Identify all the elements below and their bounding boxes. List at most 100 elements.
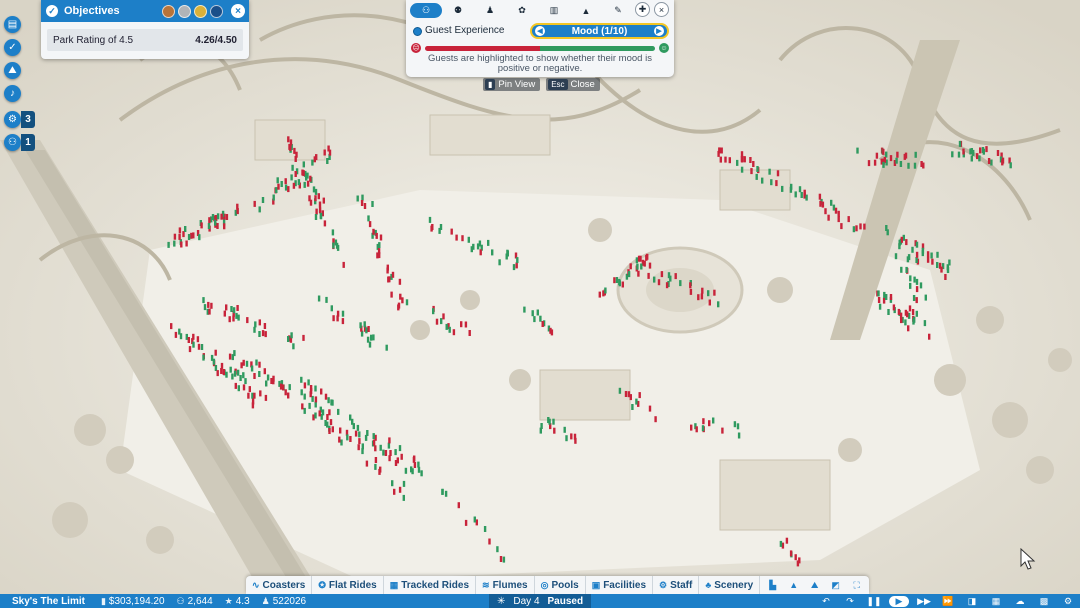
guest[interactable] (920, 161, 923, 167)
guest[interactable] (539, 315, 542, 322)
guest[interactable] (264, 331, 267, 338)
guest[interactable] (1009, 162, 1012, 169)
guest[interactable] (202, 297, 205, 304)
guest[interactable] (909, 282, 912, 289)
guest[interactable] (258, 206, 261, 213)
guest[interactable] (598, 291, 601, 298)
guest[interactable] (536, 309, 539, 316)
guest[interactable] (301, 403, 304, 410)
guest-count-display[interactable]: ⚇ 2,644 (171, 594, 219, 608)
guest[interactable] (926, 251, 930, 258)
guest[interactable] (167, 241, 170, 248)
guest[interactable] (324, 393, 328, 400)
guest[interactable] (460, 321, 463, 328)
guest[interactable] (800, 192, 803, 198)
guest[interactable] (724, 156, 727, 163)
guest[interactable] (220, 213, 223, 220)
guest[interactable] (365, 460, 369, 467)
guest[interactable] (400, 453, 403, 460)
guest[interactable] (368, 341, 372, 348)
guest[interactable] (618, 387, 622, 394)
guest[interactable] (230, 306, 233, 312)
guest[interactable] (552, 418, 555, 425)
guest[interactable] (442, 313, 445, 320)
radio-selected-icon[interactable] (413, 27, 422, 36)
guest[interactable] (211, 214, 215, 220)
guest[interactable] (288, 384, 291, 391)
guest[interactable] (185, 240, 188, 247)
guest[interactable] (911, 309, 915, 315)
guest[interactable] (173, 240, 176, 247)
guest[interactable] (740, 151, 744, 158)
guest[interactable] (740, 166, 744, 173)
guest[interactable] (897, 308, 901, 315)
path-icon[interactable]: ▲ (784, 578, 803, 592)
guest[interactable] (225, 304, 228, 311)
guest[interactable] (985, 146, 988, 153)
guest[interactable] (208, 308, 211, 315)
date-display[interactable]: ✳ Day 4 Paused (489, 594, 592, 608)
guest[interactable] (372, 334, 375, 341)
bell-icon[interactable]: ♪ (4, 85, 21, 102)
guest[interactable] (553, 427, 556, 434)
guest[interactable] (300, 376, 303, 383)
guest[interactable] (441, 488, 444, 495)
guest[interactable] (736, 159, 739, 166)
guest[interactable] (207, 223, 211, 229)
objective-row[interactable]: Park Rating of 4.5 4.26/4.50 (47, 29, 243, 51)
guest[interactable] (328, 149, 332, 156)
guest[interactable] (761, 177, 764, 184)
tracked-rides-button[interactable]: ▦ Tracked Rides (384, 576, 477, 594)
guest[interactable] (342, 261, 345, 268)
guest[interactable] (479, 249, 482, 256)
guest[interactable] (970, 155, 973, 162)
guest[interactable] (653, 276, 656, 283)
guest[interactable] (512, 264, 516, 271)
guest[interactable] (877, 290, 880, 297)
guest[interactable] (237, 314, 240, 321)
camera-icon[interactable]: ◩ (826, 578, 845, 592)
guest[interactable] (667, 272, 671, 279)
guest[interactable] (394, 449, 397, 456)
guest[interactable] (314, 195, 317, 202)
guest[interactable] (827, 214, 830, 221)
guest[interactable] (244, 378, 247, 385)
guest[interactable] (368, 221, 372, 228)
guest[interactable] (951, 151, 954, 158)
guest[interactable] (315, 154, 318, 161)
guest[interactable] (476, 243, 480, 250)
pools-button[interactable]: ◎ Pools (535, 576, 586, 594)
guest[interactable] (192, 341, 195, 348)
guest[interactable] (254, 321, 257, 328)
guest[interactable] (216, 213, 220, 220)
guest[interactable] (636, 263, 639, 270)
guest[interactable] (375, 232, 378, 239)
guest[interactable] (317, 295, 321, 302)
guest[interactable] (402, 480, 406, 487)
guest[interactable] (889, 294, 893, 300)
guest[interactable] (318, 410, 321, 417)
guest[interactable] (770, 179, 773, 186)
guest[interactable] (253, 326, 256, 333)
guest[interactable] (210, 302, 213, 309)
guest[interactable] (502, 556, 506, 563)
guest[interactable] (405, 299, 409, 306)
guest[interactable] (701, 287, 704, 294)
guest[interactable] (533, 316, 536, 323)
scenery-button[interactable]: ♣ Scenery (699, 576, 761, 594)
guest[interactable] (940, 266, 943, 273)
guest[interactable] (314, 214, 318, 220)
guest[interactable] (284, 178, 287, 185)
guest[interactable] (570, 433, 573, 440)
guest[interactable] (174, 331, 178, 338)
park-viewport[interactable] (0, 0, 1080, 608)
guest[interactable] (289, 144, 292, 151)
guest[interactable] (931, 258, 934, 265)
tab-building-icon[interactable]: ▥ (538, 3, 570, 18)
guest[interactable] (387, 442, 391, 449)
guest[interactable] (223, 310, 226, 317)
guest[interactable] (523, 306, 526, 313)
guest[interactable] (330, 305, 333, 312)
guest[interactable] (374, 463, 377, 470)
guest[interactable] (702, 418, 705, 425)
